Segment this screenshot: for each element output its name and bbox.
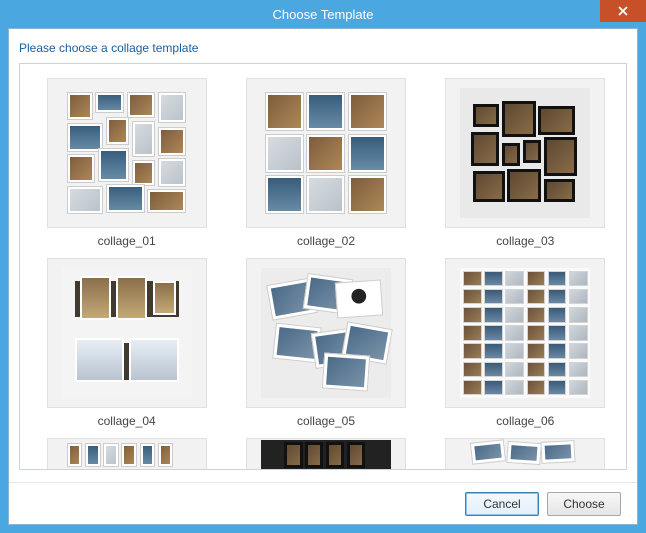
instruction-text: Please choose a collage template [9,29,637,63]
button-bar: Cancel Choose [9,482,637,524]
cancel-button[interactable]: Cancel [465,492,539,516]
template-thumbnail [445,78,605,228]
template-item[interactable]: collage_06 [433,258,618,428]
template-label: collage_05 [297,414,355,428]
template-thumbnail [47,78,207,228]
template-item[interactable]: collage_04 [34,258,219,428]
template-thumbnail [47,258,207,408]
template-gallery: collage_01 [19,63,627,470]
template-item[interactable]: collage_05 [233,258,418,428]
close-button[interactable] [600,0,646,22]
template-item[interactable] [433,438,618,469]
choose-button[interactable]: Choose [547,492,621,516]
template-label: collage_03 [496,234,554,248]
template-label: collage_04 [98,414,156,428]
dialog-client: Please choose a collage template [8,28,638,525]
titlebar: Choose Template [0,0,646,28]
template-thumbnail [246,258,406,408]
template-label: collage_01 [98,234,156,248]
template-thumbnail [246,78,406,228]
template-item[interactable]: collage_01 [34,78,219,248]
template-grid: collage_01 [34,78,618,469]
window-title: Choose Template [273,7,374,22]
close-icon [618,6,628,16]
template-item[interactable]: collage_03 [433,78,618,248]
template-item[interactable]: collage_02 [233,78,418,248]
template-label: collage_02 [297,234,355,248]
template-item[interactable] [233,438,418,469]
template-thumbnail [246,438,406,469]
template-thumbnail [445,438,605,469]
template-scroll[interactable]: collage_01 [20,64,626,469]
template-label: collage_06 [496,414,554,428]
dialog-window: Choose Template Please choose a collage … [0,0,646,533]
template-thumbnail [47,438,207,469]
template-item[interactable] [34,438,219,469]
template-thumbnail [445,258,605,408]
